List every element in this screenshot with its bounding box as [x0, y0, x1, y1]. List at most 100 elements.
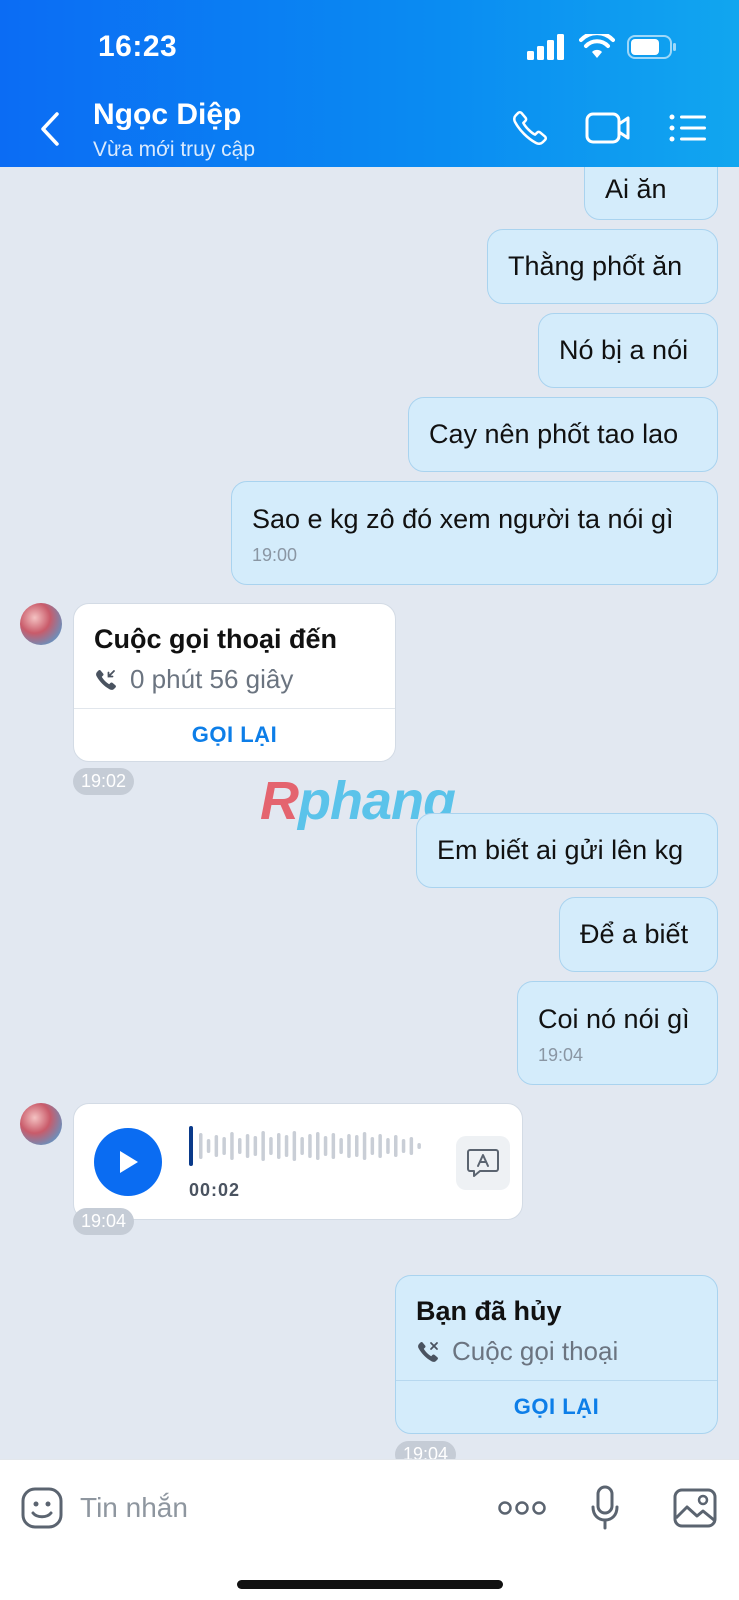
waveform-bar — [261, 1131, 265, 1161]
gallery-button[interactable] — [671, 1480, 719, 1536]
message-time: 19:00 — [252, 545, 298, 565]
voice-duration: 00:02 — [189, 1180, 241, 1200]
status-icons — [527, 34, 677, 60]
message-bubble[interactable]: Sao e kg zô đó xem người ta nói gì 19:00 — [231, 481, 718, 585]
message-bubble[interactable]: Thằng phốt ăn — [487, 229, 718, 304]
waveform-bar — [253, 1136, 258, 1156]
message-input[interactable] — [80, 1482, 460, 1534]
wifi-icon — [579, 34, 615, 58]
video-camera-icon — [585, 112, 630, 144]
incoming-call-card: Cuộc gọi thoại đến 0 phút 56 giây GỌI LẠ… — [73, 603, 396, 762]
waveform-bar — [269, 1137, 273, 1155]
home-indicator — [237, 1580, 503, 1589]
speech-to-text-icon — [467, 1149, 499, 1177]
call-type: Cuộc gọi thoại — [452, 1336, 619, 1366]
image-icon — [673, 1488, 717, 1528]
chevron-left-icon — [41, 112, 59, 146]
waveform-bar — [308, 1134, 312, 1158]
waveform-bar — [277, 1133, 281, 1159]
missed-call-icon — [418, 1341, 438, 1362]
waveform-bar — [206, 1139, 211, 1153]
voice-record-button[interactable] — [585, 1480, 625, 1536]
voice-call-button[interactable] — [504, 106, 556, 150]
waveform-bar — [199, 1133, 203, 1159]
message-text: Ai ăn — [605, 174, 667, 204]
microphone-icon — [591, 1485, 619, 1530]
message-text: Em biết ai gửi lên kg — [437, 835, 684, 865]
sticker-smile-icon — [21, 1487, 63, 1529]
timestamp-pill: 19:02 — [73, 768, 135, 795]
waveform-bar — [230, 1132, 234, 1160]
call-duration: 0 phút 56 giây — [130, 664, 294, 694]
waveform-bar — [386, 1138, 390, 1154]
video-call-button[interactable] — [582, 106, 634, 150]
waveform-bar — [292, 1131, 297, 1161]
waveform-bar — [238, 1138, 242, 1154]
waveform-bar — [222, 1137, 226, 1155]
options-menu-button[interactable] — [662, 106, 714, 150]
chat-header: 16:23 Ngọc Diệp Vừa mới truy cập — [0, 0, 739, 167]
waveform-bar — [331, 1133, 336, 1159]
waveform-bar — [323, 1136, 328, 1156]
battery-icon — [627, 35, 676, 59]
play-icon — [120, 1151, 138, 1173]
message-bubble[interactable]: Coi nó nói gì 19:04 — [517, 981, 718, 1085]
waveform-bar — [362, 1132, 367, 1160]
contact-name[interactable]: Ngọc Diệp — [93, 98, 241, 132]
signal-icon — [527, 34, 564, 60]
message-bubble[interactable]: Em biết ai gửi lên kg — [416, 813, 718, 888]
voice-waveform[interactable] — [189, 1124, 429, 1168]
waveform-bar — [214, 1135, 219, 1157]
message-text: Coi nó nói gì — [538, 1004, 690, 1034]
waveform-bar — [316, 1132, 320, 1160]
message-text: Để a biết — [580, 919, 689, 949]
message-text: Sao e kg zô đó xem người ta nói gì — [252, 504, 674, 534]
back-button[interactable] — [30, 104, 70, 154]
waveform-bar — [339, 1138, 343, 1154]
contact-avatar[interactable] — [20, 1103, 62, 1145]
message-bubble[interactable]: Cay nên phốt tao lao — [408, 397, 718, 472]
call-detail: 0 phút 56 giây — [94, 664, 293, 695]
waveform-bar — [370, 1137, 375, 1155]
status-time: 16:23 — [98, 30, 178, 63]
waveform-bar — [245, 1134, 250, 1158]
waveform-bar — [394, 1135, 398, 1157]
message-time: 19:04 — [538, 1045, 584, 1065]
waveform-bar — [409, 1137, 414, 1155]
timestamp-pill: 19:04 — [395, 1441, 457, 1459]
phone-icon — [513, 110, 548, 145]
waveform-playhead — [189, 1126, 193, 1166]
play-button[interactable] — [94, 1128, 162, 1196]
sticker-button[interactable] — [18, 1480, 66, 1536]
waveform-bar — [284, 1135, 289, 1157]
waveform-bar — [300, 1137, 304, 1155]
incoming-call-icon — [96, 669, 116, 690]
message-list[interactable]: Ai ăn Thằng phốt ăn Nó bị a nói Cay nên … — [0, 167, 739, 1459]
call-detail: Cuộc gọi thoại — [416, 1336, 618, 1367]
message-bubble[interactable]: Để a biết — [559, 897, 718, 972]
call-title: Cuộc gọi thoại đến — [94, 624, 337, 654]
call-back-button[interactable]: GỌI LẠI — [74, 709, 395, 761]
call-title: Bạn đã hủy — [416, 1296, 562, 1326]
contact-status: Vừa mới truy cập — [93, 138, 256, 161]
list-menu-icon — [669, 114, 706, 142]
message-bubble[interactable]: Nó bị a nói — [538, 313, 718, 388]
waveform-bar — [401, 1139, 406, 1153]
more-options-button[interactable] — [497, 1480, 547, 1536]
message-text: Nó bị a nói — [559, 335, 689, 365]
contact-avatar[interactable] — [20, 603, 62, 645]
message-text: Cay nên phốt tao lao — [429, 419, 679, 449]
waveform-bar — [417, 1143, 421, 1149]
message-bubble[interactable]: Ai ăn — [584, 167, 718, 220]
call-back-button[interactable]: GỌI LẠI — [396, 1381, 717, 1433]
waveform-bar — [347, 1134, 351, 1158]
waveform-bar — [378, 1134, 382, 1158]
transcribe-button[interactable] — [456, 1136, 510, 1190]
voice-message-card: 00:02 — [73, 1103, 523, 1220]
message-composer — [0, 1459, 739, 1600]
more-dots-icon — [498, 1501, 546, 1515]
cancelled-call-card: Bạn đã hủy Cuộc gọi thoại GỌI LẠI — [395, 1275, 718, 1434]
timestamp-pill: 19:04 — [73, 1208, 135, 1235]
message-text: Thằng phốt ăn — [508, 251, 683, 281]
waveform-bar — [355, 1135, 359, 1157]
